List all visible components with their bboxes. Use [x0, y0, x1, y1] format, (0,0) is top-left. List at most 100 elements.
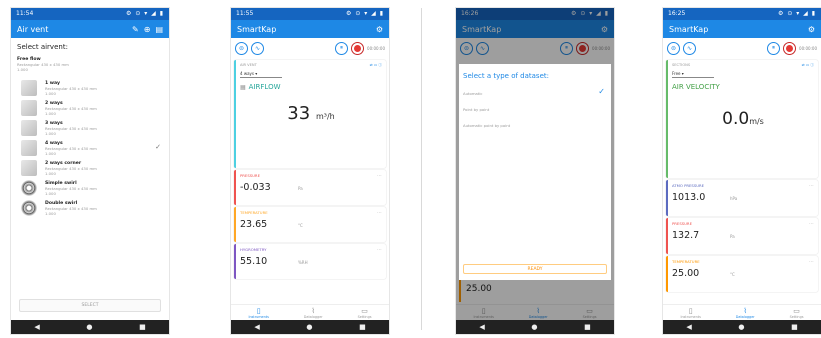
- list-item-selected[interactable]: 4 ways Rectangular 430 x 430 mm 1.000 ✓: [17, 138, 163, 158]
- edit-icon[interactable]: ✎: [132, 25, 139, 34]
- instruments-icon: ▯: [256, 306, 261, 315]
- status-time: 16:25: [668, 10, 686, 17]
- status-icons: ⚙ ⊙ ▾ ◢ ▮: [346, 10, 384, 17]
- app-bar-title: SmartKap: [237, 24, 277, 34]
- tab-instruments[interactable]: ▯ Instruments: [680, 307, 700, 319]
- list-item[interactable]: 2 ways corner Rectangular 430 x 430 mm 1…: [17, 158, 163, 178]
- app-bar: Air vent ✎ ⊕ ▤: [11, 20, 169, 38]
- back-icon[interactable]: ◀: [686, 323, 691, 331]
- status-bar: 16:25 ⚙ ⊙ ▾ ◢ ▮: [663, 8, 821, 20]
- probe-icon[interactable]: ⊜: [667, 41, 680, 55]
- home-icon[interactable]: ●: [306, 323, 312, 331]
- list-item[interactable]: 3 ways Rectangular 430 x 430 mm 1.000: [17, 118, 163, 138]
- list-item-free-flow[interactable]: Free flow Rectangular 430 x 430 mm 1.000: [17, 54, 163, 78]
- card-actions-icon[interactable]: ⇌ ▭ ⓘ: [370, 63, 382, 68]
- record-button[interactable]: [351, 41, 365, 55]
- hold-icon[interactable]: ⏸: [767, 41, 781, 55]
- wave-icon[interactable]: ∿: [251, 41, 264, 55]
- more-icon[interactable]: ⋯: [377, 173, 382, 179]
- air-vent-dropdown[interactable]: 4 ways ▾: [240, 71, 282, 78]
- settings-icon[interactable]: ⚙: [376, 25, 383, 34]
- home-icon[interactable]: ●: [86, 323, 92, 331]
- recents-icon[interactable]: ■: [359, 323, 366, 331]
- option-automatic[interactable]: Automatic ✓: [463, 87, 607, 96]
- sections-label: SECTIONS: [672, 63, 691, 67]
- air-vent-label: AIR VENT: [240, 63, 257, 67]
- add-icon[interactable]: ⊕: [144, 25, 151, 34]
- more-icon[interactable]: ⋯: [809, 221, 814, 227]
- status-time: 11:55: [236, 10, 254, 17]
- ready-button[interactable]: READY: [463, 264, 607, 274]
- airflow-value: 33 m³/h: [287, 103, 335, 124]
- tab-datalogger[interactable]: ⌇ Datalogger: [304, 307, 323, 319]
- probe-icon[interactable]: ⊜: [235, 41, 248, 55]
- vent-thumbnail: [21, 80, 37, 96]
- temperature-card: TEMPERATURE ⋯ 23.65 °C: [234, 207, 386, 242]
- back-icon[interactable]: ◀: [479, 323, 484, 331]
- phone-air-velocity-measurement: 16:25 ⚙ ⊙ ▾ ◢ ▮ SmartKap ⚙ ⊜ ∿ ⏸ 00:00:0…: [663, 8, 821, 334]
- record-icon: [354, 44, 362, 52]
- more-icon[interactable]: ⋯: [809, 259, 814, 265]
- air-velocity-value: 0.0m/s: [722, 109, 764, 129]
- option-automatic-point-by-point[interactable]: Automatic point by point: [463, 123, 607, 128]
- phone-airflow-measurement: 11:55 ⚙ ⊙ ▾ ◢ ▮ SmartKap ⚙ ⊜ ∿ ⏸ 00:00:0…: [231, 8, 389, 334]
- tab-datalogger[interactable]: ⌇ Datalogger: [736, 307, 755, 319]
- list-item[interactable]: 2 ways Rectangular 430 x 430 mm 1.000: [17, 98, 163, 118]
- instruments-icon: ▯: [688, 306, 693, 315]
- swirl-thumbnail: [21, 180, 37, 196]
- atmo-pressure-card: ATMO PRESSURE ⋯ 1013.0 hPa: [666, 180, 818, 216]
- status-icons: ⚙ ⊙ ▾ ◢ ▮: [126, 10, 164, 17]
- home-icon[interactable]: ●: [738, 323, 744, 331]
- recents-icon[interactable]: ■: [791, 323, 798, 331]
- vent-thumbnail: [21, 120, 37, 136]
- more-icon[interactable]: ⋯: [377, 247, 382, 253]
- select-button[interactable]: SELECT: [19, 299, 161, 312]
- status-bar: 11:54 ⚙ ⊙ ▾ ◢ ▮: [11, 8, 169, 20]
- recents-icon[interactable]: ■: [584, 323, 591, 331]
- more-icon[interactable]: ⋯: [809, 183, 814, 189]
- android-nav-bar: ◀ ● ■: [456, 320, 614, 334]
- recents-icon[interactable]: ■: [139, 323, 146, 331]
- card-actions-icon[interactable]: ⇌ ▭ ⓘ: [802, 63, 814, 68]
- wave-icon[interactable]: ∿: [683, 41, 696, 55]
- option-point-by-point[interactable]: Point by point: [463, 107, 607, 112]
- section-dropdown[interactable]: Free ▾: [672, 71, 714, 78]
- folder-icon: ▭: [361, 306, 368, 315]
- android-nav-bar: ◀ ● ■: [231, 320, 389, 334]
- menu-icon[interactable]: ▤: [155, 25, 163, 34]
- more-icon[interactable]: ⋯: [377, 210, 382, 216]
- record-button[interactable]: [783, 41, 797, 55]
- list-item[interactable]: Double swirl Rectangular 430 x 430 mm 1.…: [17, 198, 163, 218]
- select-airvent-label: Select airvent:: [17, 43, 68, 51]
- vent-icon: ▦: [240, 83, 246, 91]
- record-timer: 00:00:00: [799, 45, 817, 51]
- tab-settings[interactable]: ▭ Settings: [790, 307, 804, 319]
- status-icons: ⚙ ⊙ ▾ ◢ ▮: [778, 10, 816, 17]
- settings-icon[interactable]: ⚙: [808, 25, 815, 34]
- phone-air-vent-selection: 11:54 ⚙ ⊙ ▾ ◢ ▮ Air vent ✎ ⊕ ▤ Select ai…: [11, 8, 169, 334]
- screenshot-stage: 11:54 ⚙ ⊙ ▾ ◢ ▮ Air vent ✎ ⊕ ▤ Select ai…: [0, 0, 821, 338]
- list-item[interactable]: Simple swirl Rectangular 430 x 430 mm 1.…: [17, 178, 163, 198]
- dataset-type-dialog: Select a type of dataset: Automatic ✓ Po…: [459, 64, 611, 280]
- airflow-card: AIR VENT ⇌ ▭ ⓘ 4 ways ▾ ▦ AIRFLOW 33 m³/…: [234, 60, 386, 168]
- home-icon[interactable]: ●: [531, 323, 537, 331]
- swirl-thumbnail: [21, 200, 37, 216]
- list-item[interactable]: 1 way Rectangular 430 x 430 mm 1.000: [17, 78, 163, 98]
- chart-icon: ⌇: [743, 306, 747, 315]
- air-velocity-card: SECTIONS ⇌ ▭ ⓘ Free ▾ AIR VELOCITY 0.0m/…: [666, 60, 818, 178]
- back-icon[interactable]: ◀: [34, 323, 39, 331]
- check-icon: ✓: [155, 143, 161, 151]
- hold-icon[interactable]: ⏸: [335, 41, 349, 55]
- back-icon[interactable]: ◀: [254, 323, 259, 331]
- dialog-title: Select a type of dataset:: [463, 72, 549, 80]
- tab-instruments[interactable]: ▯ Instruments: [248, 307, 268, 319]
- app-bar-title: Air vent: [17, 24, 49, 34]
- airflow-title: ▦ AIRFLOW: [240, 83, 281, 91]
- bottom-tabs: ▯ Instruments ⌇ Datalogger ▭ Settings: [663, 304, 821, 320]
- pressure-card: PRESSURE ⋯ 132.7 Pa: [666, 218, 818, 254]
- app-bar-title: SmartKap: [669, 24, 709, 34]
- airvent-list: Free flow Rectangular 430 x 430 mm 1.000…: [11, 54, 169, 218]
- tab-settings[interactable]: ▭ Settings: [358, 307, 372, 319]
- record-timer: 00:00:00: [367, 45, 385, 51]
- temperature-card: TEMPERATURE ⋯ 25.00 °C: [666, 256, 818, 292]
